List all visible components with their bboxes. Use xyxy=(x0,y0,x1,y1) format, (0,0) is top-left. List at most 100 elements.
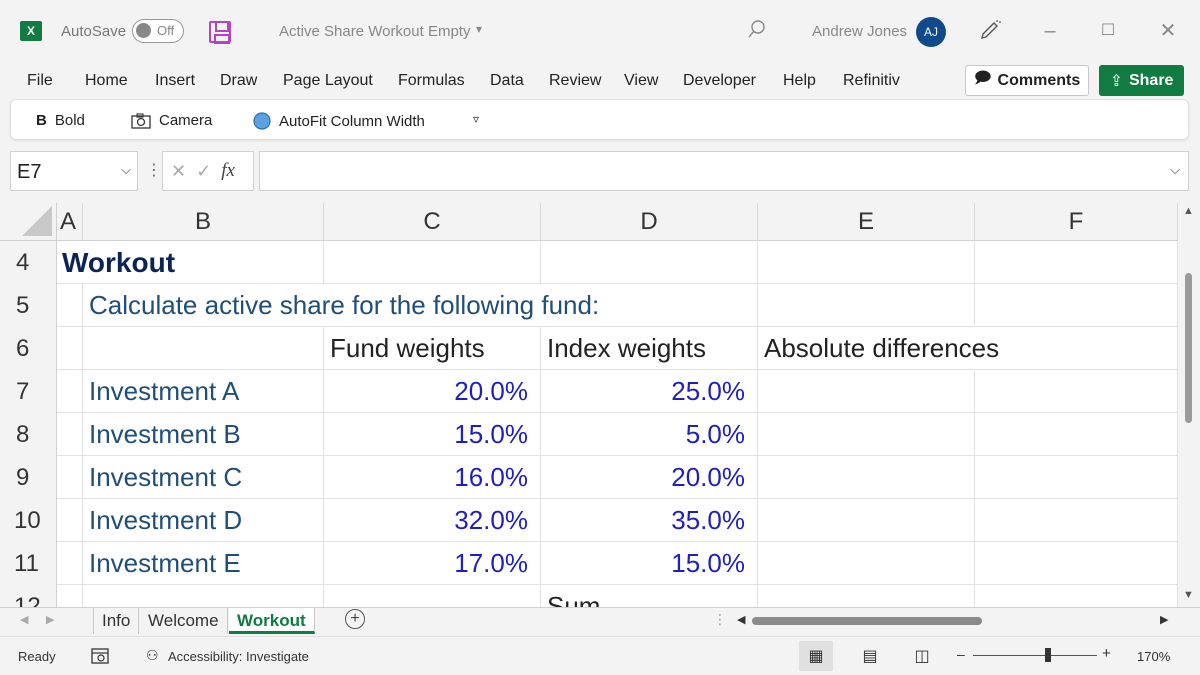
menu-refinitiv[interactable]: Refinitiv xyxy=(843,72,900,90)
cell-c12[interactable] xyxy=(324,585,541,607)
index-weight[interactable]: 25.0% xyxy=(541,370,758,413)
save-icon[interactable] xyxy=(209,21,231,44)
column-header-e[interactable]: E xyxy=(758,203,975,241)
column-header-b[interactable]: B xyxy=(83,203,324,241)
row-header-7[interactable]: 7 xyxy=(0,370,57,413)
cell-f7[interactable] xyxy=(975,370,1178,413)
menu-view[interactable]: View xyxy=(624,72,658,90)
menu-formulas[interactable]: Formulas xyxy=(398,72,465,90)
cell-b5[interactable]: Calculate active share for the following… xyxy=(83,284,758,327)
vertical-scrollbar[interactable]: ▲ ▼ xyxy=(1178,203,1200,607)
normal-view-button[interactable]: ▦ xyxy=(799,641,833,671)
document-title[interactable]: Active Share Workout Empty xyxy=(279,23,470,40)
menu-insert[interactable]: Insert xyxy=(155,72,195,90)
search-icon[interactable] xyxy=(748,20,766,38)
row-header-6[interactable]: 6 xyxy=(0,327,57,370)
header-index-weights[interactable]: Index weights xyxy=(541,327,758,370)
menu-home[interactable]: Home xyxy=(85,72,128,90)
close-icon[interactable]: ✕ xyxy=(1157,20,1179,42)
insert-function-icon[interactable]: fx xyxy=(221,160,235,182)
cell-f10[interactable] xyxy=(975,499,1178,542)
fund-weight[interactable]: 20.0% xyxy=(324,370,541,413)
row-header-8[interactable]: 8 xyxy=(0,413,57,456)
cell-e10[interactable] xyxy=(758,499,975,542)
accessibility-status[interactable]: Accessibility: Investigate xyxy=(168,649,309,664)
cell-e7[interactable] xyxy=(758,370,975,413)
sheet-tab-info[interactable]: Info xyxy=(93,608,140,634)
cell-e11[interactable] xyxy=(758,542,975,585)
cell-e5[interactable] xyxy=(758,284,975,327)
previous-sheet-icon[interactable]: ◀ xyxy=(20,613,28,626)
menu-file[interactable]: File xyxy=(27,72,53,90)
column-header-f[interactable]: F xyxy=(975,203,1178,241)
index-weight[interactable]: 5.0% xyxy=(541,413,758,456)
cell-d4[interactable] xyxy=(541,241,758,284)
zoom-level[interactable]: 170% xyxy=(1137,649,1170,664)
cell-d12[interactable]: Sum xyxy=(541,585,758,607)
formula-bar-options-icon[interactable]: ⋮ xyxy=(146,160,162,180)
scroll-down-icon[interactable]: ▼ xyxy=(1183,589,1194,601)
cell-a7[interactable] xyxy=(57,370,83,413)
cell-e9[interactable] xyxy=(758,456,975,499)
share-button[interactable]: ⇪ Share xyxy=(1099,65,1184,96)
cell-f5[interactable] xyxy=(975,284,1178,327)
cell-e4[interactable] xyxy=(758,241,975,284)
cell-e12[interactable] xyxy=(758,585,975,607)
investment-name[interactable]: Investment B xyxy=(83,413,324,456)
autofit-column-width-button[interactable]: AutoFit Column Width xyxy=(253,112,425,130)
tab-splitter-icon[interactable]: ⋮ xyxy=(713,611,727,628)
index-weight[interactable]: 15.0% xyxy=(541,542,758,585)
select-all-button[interactable] xyxy=(0,203,57,241)
cell-a5[interactable] xyxy=(57,284,83,327)
cell-e8[interactable] xyxy=(758,413,975,456)
fund-weight[interactable]: 15.0% xyxy=(324,413,541,456)
sheet-tab-welcome[interactable]: Welcome xyxy=(140,608,228,634)
fund-weight[interactable]: 17.0% xyxy=(324,542,541,585)
cell-a10[interactable] xyxy=(57,499,83,542)
chevron-down-icon[interactable]: ▾ xyxy=(476,22,482,36)
menu-review[interactable]: Review xyxy=(549,72,601,90)
autosave-toggle[interactable]: Off xyxy=(132,19,184,43)
fund-weight[interactable]: 16.0% xyxy=(324,456,541,499)
header-absolute-differences[interactable]: Absolute differences xyxy=(758,327,1178,370)
zoom-out-icon[interactable]: – xyxy=(957,646,965,662)
customize-toolbar-icon[interactable]: ▿ xyxy=(473,112,479,126)
scroll-left-icon[interactable]: ◀ xyxy=(737,613,745,626)
row-header-12[interactable]: 12 xyxy=(0,585,57,607)
page-layout-view-button[interactable]: ▤ xyxy=(853,641,887,671)
cell-f12[interactable] xyxy=(975,585,1178,607)
page-break-view-button[interactable]: ◫ xyxy=(905,641,939,671)
menu-developer[interactable]: Developer xyxy=(683,72,756,90)
investment-name[interactable]: Investment A xyxy=(83,370,324,413)
zoom-slider-thumb[interactable] xyxy=(1045,648,1051,662)
column-header-d[interactable]: D xyxy=(541,203,758,241)
cell-b12[interactable] xyxy=(83,585,324,607)
comments-button[interactable]: 🗩 Comments xyxy=(965,65,1089,96)
menu-help[interactable]: Help xyxy=(783,72,816,90)
scroll-right-icon[interactable]: ▶ xyxy=(1160,613,1168,626)
pen-icon[interactable] xyxy=(978,18,1002,42)
cell-f9[interactable] xyxy=(975,456,1178,499)
column-header-c[interactable]: C xyxy=(324,203,541,241)
row-header-5[interactable]: 5 xyxy=(0,284,57,327)
zoom-in-icon[interactable]: + xyxy=(1102,645,1111,662)
cell-f4[interactable] xyxy=(975,241,1178,284)
fund-weight[interactable]: 32.0% xyxy=(324,499,541,542)
name-box[interactable]: E7 ⌵ xyxy=(10,151,138,191)
expand-formula-bar-icon[interactable]: ⌵ xyxy=(1170,162,1180,178)
menu-data[interactable]: Data xyxy=(490,72,524,90)
index-weight[interactable]: 35.0% xyxy=(541,499,758,542)
accessibility-icon[interactable]: ⚇ xyxy=(146,647,159,664)
cell-f8[interactable] xyxy=(975,413,1178,456)
maximize-icon[interactable]: ☐ xyxy=(1097,20,1119,42)
row-header-10[interactable]: 10 xyxy=(0,499,57,542)
menu-draw[interactable]: Draw xyxy=(220,72,257,90)
formula-input[interactable]: ⌵ xyxy=(259,151,1189,191)
cell-c4[interactable] xyxy=(324,241,541,284)
column-header-a[interactable]: A xyxy=(57,203,83,241)
cell-a6[interactable] xyxy=(57,327,83,370)
cell-f11[interactable] xyxy=(975,542,1178,585)
add-sheet-icon[interactable]: + xyxy=(345,609,365,629)
cancel-icon[interactable]: ✕ xyxy=(171,161,186,182)
cell-a4[interactable]: Workout xyxy=(57,241,324,284)
